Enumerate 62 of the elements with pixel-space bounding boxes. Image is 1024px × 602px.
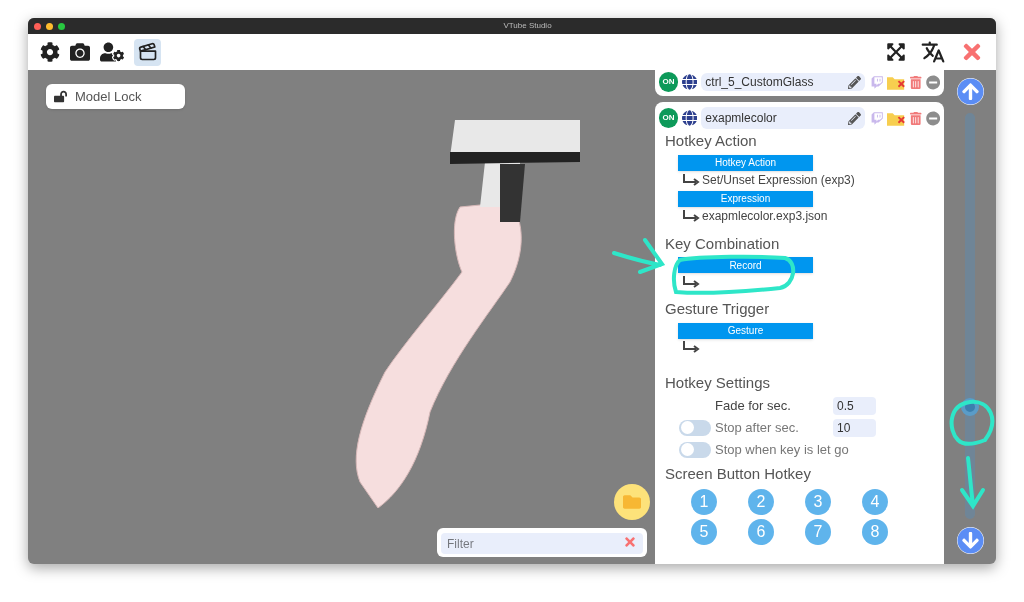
scroll-up-button[interactable] — [956, 78, 984, 105]
toggle-switch[interactable] — [679, 419, 711, 436]
fullscreen-icon[interactable] — [886, 42, 906, 62]
window-title: VTube Studio — [503, 20, 552, 32]
clear-icon[interactable] — [623, 534, 637, 549]
clapperboard-button[interactable] — [134, 38, 161, 66]
globe-icon[interactable] — [682, 110, 698, 126]
close-window-button[interactable] — [34, 22, 41, 30]
on-badge[interactable]: ON — [659, 108, 679, 128]
annotation-arrow-icon — [610, 236, 666, 276]
section-title: Hotkey Action — [665, 131, 758, 151]
action-button[interactable]: Gesture — [678, 322, 813, 339]
filter-field[interactable]: Filter — [441, 533, 643, 554]
minimize-window-button[interactable] — [46, 22, 53, 30]
folder-icon — [621, 493, 643, 511]
toggle-switch[interactable] — [679, 441, 711, 458]
remove-icon[interactable] — [925, 74, 940, 90]
action-button[interactable]: Hotkey Action — [678, 154, 813, 171]
screen-hotkey-button[interactable]: 2 — [748, 488, 774, 515]
user-gear-icon[interactable] — [100, 41, 124, 63]
pencil-icon[interactable] — [847, 75, 861, 89]
action-button[interactable]: Expression — [678, 190, 813, 207]
section-title: Screen Button Hotkey — [665, 464, 812, 484]
number-field[interactable]: 0.5 — [833, 396, 876, 415]
action-value: Set/Unset Expression (exp3) — [702, 171, 855, 189]
model-lock-button[interactable]: Model Lock — [46, 84, 185, 109]
settings-icon[interactable] — [40, 42, 60, 62]
screen-hotkey-button[interactable]: 3 — [805, 488, 831, 515]
folder-button[interactable] — [614, 484, 650, 520]
setting-label: Stop after sec. — [715, 418, 800, 437]
hotkey-name-field[interactable]: ctrl_5_CustomGlass — [701, 73, 865, 91]
screen-hotkey-button[interactable]: 5 — [691, 518, 717, 545]
hotkey-name-field[interactable]: exapmlecolor — [701, 107, 865, 129]
setting-label: Stop when key is let go — [715, 440, 849, 459]
elbow-arrow-icon — [682, 275, 700, 288]
camera-icon[interactable] — [70, 42, 90, 62]
folder-remove-icon[interactable] — [887, 110, 907, 126]
pencil-icon[interactable] — [847, 111, 861, 125]
elbow-arrow-icon — [682, 341, 700, 353]
screen-hotkey-button[interactable]: 6 — [748, 518, 774, 545]
screen-hotkey-button[interactable]: 7 — [805, 518, 831, 545]
trash-icon[interactable] — [910, 111, 922, 125]
screen-hotkey-button[interactable]: 8 — [862, 518, 888, 545]
folder-remove-icon[interactable] — [887, 74, 907, 90]
trash-icon[interactable] — [910, 75, 922, 89]
section-title: Key Combination — [665, 233, 781, 254]
globe-icon[interactable] — [682, 74, 698, 90]
maximize-window-button[interactable] — [58, 22, 65, 30]
number-field[interactable]: 10 — [833, 418, 876, 437]
scroll-down-button[interactable] — [956, 527, 984, 554]
action-value: exapmlecolor.exp3.json — [702, 207, 828, 225]
screen-hotkey-button[interactable]: 4 — [862, 488, 888, 515]
screen-hotkey-button[interactable]: 1 — [691, 488, 717, 515]
setting-label: Fade for sec. — [715, 396, 792, 415]
elbow-arrow-icon — [682, 173, 700, 186]
remove-icon[interactable] — [925, 110, 940, 126]
section-title: Gesture Trigger — [665, 299, 771, 319]
annotation-arrow-icon — [958, 455, 988, 510]
elbow-arrow-icon — [682, 209, 700, 222]
language-icon[interactable] — [920, 39, 946, 65]
section-title: Hotkey Settings — [665, 372, 772, 393]
on-badge[interactable]: ON — [659, 72, 679, 92]
